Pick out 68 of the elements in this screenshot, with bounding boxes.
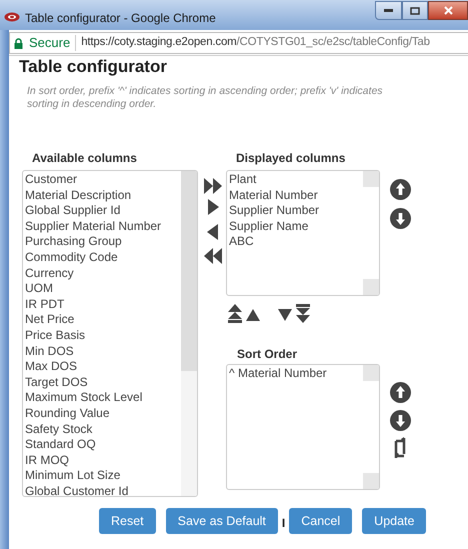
action-button[interactable]: Save as Default [166,508,278,534]
maximize-icon [410,6,420,14]
minimize-icon [384,9,393,12]
action-button[interactable]: Update [362,508,426,534]
scrollbar[interactable] [363,171,379,295]
scrollbar[interactable] [181,171,197,496]
move-up-icon[interactable] [246,306,260,320]
list-item[interactable]: Supplier Name [229,218,308,234]
move-all-left-icon[interactable] [203,248,223,264]
page-title: Table configurator [19,57,168,77]
toggle-sort-icon[interactable] [393,437,407,459]
secure-label: Secure [29,34,70,52]
list-item[interactable]: Material Number [229,188,318,204]
list-item[interactable]: Minimum Lot Size [25,468,120,484]
lock-icon [14,38,23,48]
list-item[interactable]: Rounding Value [25,406,110,422]
list-item[interactable]: Min DOS [25,344,74,360]
move-down-icon[interactable] [390,208,410,229]
close-button[interactable] [428,1,468,20]
list-item[interactable]: Customer [25,172,78,188]
list-item[interactable]: Global Supplier Id [25,203,120,219]
move-down-icon[interactable] [278,306,292,320]
list-item[interactable]: Safety Stock [25,422,92,438]
list-item[interactable]: ABC [229,234,254,250]
action-button[interactable]: Cancel [289,508,352,534]
close-icon [444,6,452,15]
list-item[interactable]: Standard OQ [25,437,96,453]
move-up-icon[interactable] [390,382,410,403]
list-item[interactable]: Plant [229,172,256,188]
list-item[interactable]: UOM [25,281,53,297]
list-item[interactable]: ^ Material Number [229,366,327,382]
separator: I [282,515,286,532]
list-item[interactable]: Max DOS [25,359,78,375]
address-bar[interactable]: Secure https://coty.staging.e2open.com/COTYSTG01_sc/e2sc/tableConfig/Tab [9,32,468,54]
action-button[interactable]: Reset [99,508,156,534]
list-item[interactable]: Currency [25,266,74,282]
browser-logo-icon [4,12,20,22]
move-up-icon[interactable] [390,179,410,200]
list-item[interactable]: Supplier Material Number [25,218,162,234]
list-item[interactable]: Commodity Code [25,250,118,266]
list-item[interactable]: Target DOS [25,374,88,390]
info-note: In sort order, prefix '^' indicates sorting in ascending order; prefix 'v' indicates sorting in descending order. [27,85,384,111]
move-right-icon[interactable] [206,199,220,215]
url-text: https://coty.staging.e2open.com/COTYSTG01_sc/e2sc/tableConfig/Tab [81,35,430,50]
window-title: Table configurator - Google Chrome [25,10,216,27]
sort-order-list[interactable]: ^ Material Number [226,364,380,490]
list-item[interactable]: Maximum Stock Level [25,390,142,406]
move-to-top-icon[interactable] [228,304,242,323]
list-item[interactable]: IR PDT [25,296,64,312]
minimize-button[interactable] [375,1,402,20]
list-item[interactable]: IR MOQ [25,452,69,468]
list-item[interactable]: Supplier Number [229,203,320,219]
list-item[interactable]: Price Basis [25,328,86,344]
move-all-right-icon[interactable] [203,178,223,194]
move-left-icon[interactable] [206,224,220,240]
scrollbar[interactable] [363,365,379,489]
list-item[interactable]: Global Customer Id [25,484,128,496]
available-columns-list[interactable] [22,170,198,497]
displayed-columns-list[interactable]: Plant Material Number Supplier Number Supplier Name ABC [226,170,380,296]
column-heading: Displayed columns [236,150,346,167]
move-to-bottom-icon[interactable] [296,304,310,323]
maximize-button[interactable] [402,1,428,20]
column-heading: Available columns [32,150,138,167]
move-down-icon[interactable] [390,410,410,431]
column-heading: Sort Order [237,346,298,363]
list-item[interactable]: Net Price [25,312,74,328]
list-item[interactable]: Purchasing Group [25,234,122,250]
list-item[interactable]: Material Description [25,188,132,204]
